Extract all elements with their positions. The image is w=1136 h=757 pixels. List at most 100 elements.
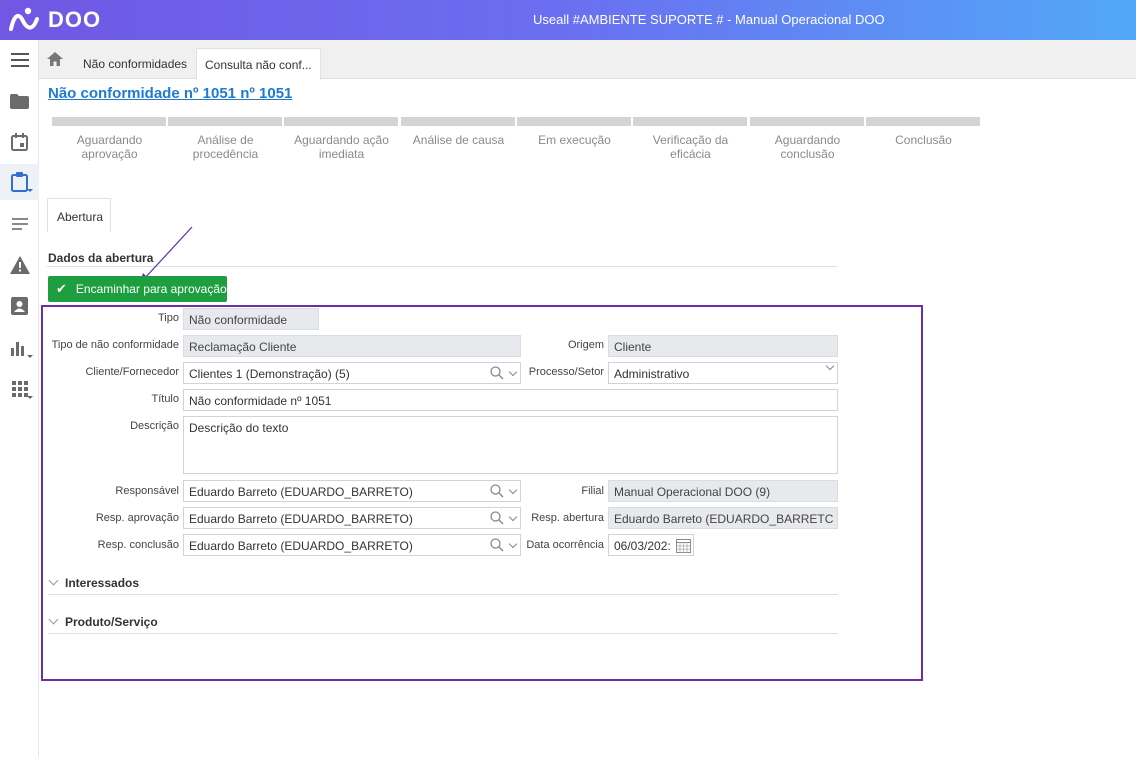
responsavel-field[interactable]: Eduardo Barreto (EDUARDO_BARRETO) [183, 480, 521, 502]
search-icon[interactable] [490, 538, 504, 552]
warning-icon [9, 256, 30, 274]
field-tools [490, 511, 518, 525]
calendar-icon[interactable] [676, 538, 691, 553]
list-icon [11, 218, 28, 230]
forward-for-approval-label: Encaminhar para aprovação [75, 282, 227, 296]
chevron-down-icon [48, 575, 59, 586]
resp-conclusao-value: Eduardo Barreto (EDUARDO_BARRETO) [189, 539, 413, 553]
titulo-field[interactable]: Não conformidade nº 1051 [183, 389, 838, 411]
field-tools [490, 538, 518, 552]
resp-aprovacao-field[interactable]: Eduardo Barreto (EDUARDO_BARRETO) [183, 507, 521, 529]
step-aguardando-acao-imediata: Aguardando ação imediata [284, 117, 399, 161]
chevron-down-icon[interactable] [825, 363, 835, 371]
step-bar [284, 117, 399, 126]
resp-abertura-label: Resp. abertura [531, 512, 604, 524]
tipo-nc-label: Tipo de não conformidade [51, 339, 179, 351]
divider [48, 594, 838, 595]
field-tools [825, 363, 835, 371]
app-logo[interactable]: DOO [8, 7, 101, 33]
tipo-label: Tipo [158, 312, 179, 324]
step-bar [750, 117, 865, 126]
tipo-field[interactable]: Não conformidade [183, 308, 319, 330]
cliente-label: Cliente/Fornecedor [85, 366, 179, 378]
group-produto-servico[interactable]: Produto/Serviço [48, 614, 158, 629]
tab-nonconformities[interactable]: Não conformidades [83, 57, 187, 71]
sidebar-item-menu[interactable] [0, 42, 39, 78]
chevron-down-icon [27, 189, 33, 192]
sidebar-item-warning[interactable] [0, 247, 39, 283]
step-bar [633, 117, 748, 126]
step-analise-causa: Análise de causa [401, 117, 516, 147]
field-tools [490, 366, 518, 380]
sidebar-item-folder[interactable] [0, 83, 39, 119]
origem-label: Origem [567, 339, 604, 351]
step-bar [52, 117, 167, 126]
step-label: Aguardando ação imediata [294, 133, 389, 161]
folder-icon [10, 93, 29, 109]
step-bar [866, 117, 981, 126]
resp-conclusao-field[interactable]: Eduardo Barreto (EDUARDO_BARRETO) [183, 534, 521, 556]
group-label: Interessados [65, 576, 140, 590]
processo-label: Processo/Setor [528, 366, 604, 378]
group-interessados[interactable]: Interessados [48, 575, 140, 590]
step-label: Análise de causa [412, 133, 505, 147]
step-label: Análise de procedência [192, 133, 259, 161]
step-conclusao: Conclusão [866, 117, 981, 147]
step-verificacao-eficacia: Verificação da eficácia [633, 117, 748, 161]
group-label: Produto/Serviço [65, 615, 158, 629]
tab-query-nonconformity[interactable]: Consulta não conf... [196, 48, 321, 80]
page-title[interactable]: Não conformidade nº 1051 nº 1051 [48, 85, 292, 102]
sidebar-item-calendar[interactable] [0, 124, 39, 160]
descricao-label: Descrição [130, 420, 179, 432]
origem-field[interactable]: Cliente [608, 335, 838, 357]
chevron-down-icon[interactable] [508, 485, 518, 494]
forward-for-approval-button[interactable]: ✔ Encaminhar para aprovação [48, 276, 227, 302]
chevron-down-icon [27, 396, 33, 399]
grid-apps-icon [11, 381, 28, 397]
descricao-textarea[interactable]: Descrição do texto [183, 416, 838, 474]
step-analise-procedencia: Análise de procedência [168, 117, 283, 161]
data-ocorrencia-field[interactable]: 06/03/202: [608, 534, 694, 556]
step-label: Em execução [538, 133, 611, 147]
sidebar-item-apps[interactable] [0, 371, 39, 407]
calendar-icon [11, 133, 28, 151]
resp-conclusao-label: Resp. conclusão [97, 539, 179, 551]
search-icon[interactable] [490, 366, 504, 380]
chevron-down-icon[interactable] [508, 512, 518, 521]
contact-card-icon [11, 297, 28, 315]
sidebar [0, 40, 39, 757]
sidebar-item-list[interactable] [0, 206, 39, 242]
cliente-value: Clientes 1 (Demonstração) (5) [189, 367, 350, 381]
field-tools [676, 538, 691, 553]
step-label: Verificação da eficácia [652, 133, 729, 161]
cliente-field[interactable]: Clientes 1 (Demonstração) (5) [183, 362, 521, 384]
step-bar [517, 117, 632, 126]
processo-field[interactable]: Administrativo [608, 362, 838, 384]
responsavel-value: Eduardo Barreto (EDUARDO_BARRETO) [189, 485, 413, 499]
search-icon[interactable] [490, 511, 504, 525]
sidebar-item-nonconformities[interactable] [0, 164, 39, 200]
sidebar-item-reports[interactable] [0, 330, 39, 366]
home-button[interactable] [47, 52, 63, 71]
resp-aprovacao-label: Resp. aprovação [95, 512, 179, 524]
step-bar [168, 117, 283, 126]
resp-abertura-field[interactable]: Eduardo Barreto (EDUARDO_BARRETC [608, 507, 838, 529]
data-ocorrencia-label: Data ocorrência [526, 539, 604, 551]
responsavel-label: Responsável [115, 485, 179, 497]
search-icon[interactable] [490, 484, 504, 498]
field-tools [490, 484, 518, 498]
chevron-down-icon[interactable] [508, 367, 518, 376]
titulo-label: Título [151, 393, 179, 405]
top-bar: DOO Useall #AMBIENTE SUPORTE # - Manual … [0, 0, 1136, 40]
clipboard-icon [11, 172, 28, 192]
sidebar-item-contacts[interactable] [0, 288, 39, 324]
chevron-down-icon [27, 355, 33, 358]
resp-aprovacao-value: Eduardo Barreto (EDUARDO_BARRETO) [189, 512, 413, 526]
tipo-nc-field[interactable]: Reclamação Cliente [183, 335, 521, 357]
processo-value: Administrativo [614, 367, 690, 381]
chevron-down-icon[interactable] [508, 539, 518, 548]
filial-field[interactable]: Manual Operacional DOO (9) [608, 480, 838, 502]
tab-abertura[interactable]: Abertura [47, 198, 111, 232]
home-icon [47, 52, 63, 66]
doo-logo-icon [9, 7, 39, 31]
